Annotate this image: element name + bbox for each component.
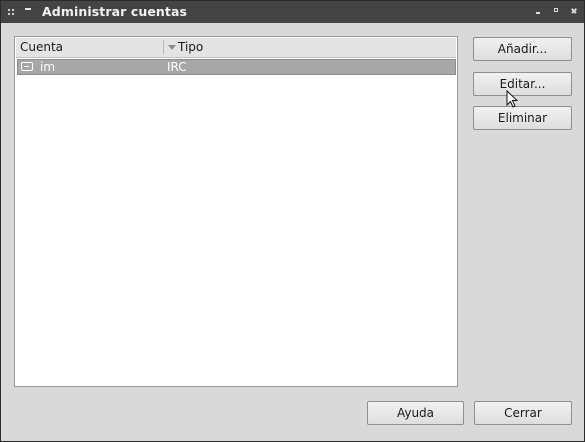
help-button[interactable]: Ayuda xyxy=(367,401,464,425)
sort-descending-icon xyxy=(168,45,176,50)
add-account-button[interactable]: Añadir... xyxy=(473,37,572,61)
account-type: IRC xyxy=(167,60,187,74)
accounts-list[interactable]: Cuenta Tipo im IRC xyxy=(14,36,458,387)
close-button[interactable]: Cerrar xyxy=(474,401,572,425)
window-title: Administrar cuentas xyxy=(42,4,188,19)
maximize-icon[interactable] xyxy=(552,6,562,16)
mouse-cursor-icon xyxy=(506,90,518,108)
title-bar[interactable]: Administrar cuentas xyxy=(1,1,584,23)
window-menu-icon[interactable] xyxy=(25,8,31,10)
chat-bubble-icon xyxy=(21,62,33,71)
column-separator[interactable] xyxy=(163,40,164,54)
window-grip-icon[interactable] xyxy=(8,9,14,15)
delete-account-button[interactable]: Eliminar xyxy=(473,106,572,130)
account-manager-window: Administrar cuentas Cuenta Tipo im IRC A… xyxy=(0,0,585,442)
close-icon[interactable] xyxy=(570,6,580,16)
edit-account-button[interactable]: Editar... xyxy=(473,72,572,96)
column-header-type[interactable]: Tipo xyxy=(178,40,203,54)
list-header: Cuenta Tipo xyxy=(16,38,456,58)
account-row[interactable]: im IRC xyxy=(17,59,456,75)
minimize-icon[interactable] xyxy=(534,6,544,16)
account-name: im xyxy=(40,60,56,74)
column-header-account[interactable]: Cuenta xyxy=(20,40,63,54)
